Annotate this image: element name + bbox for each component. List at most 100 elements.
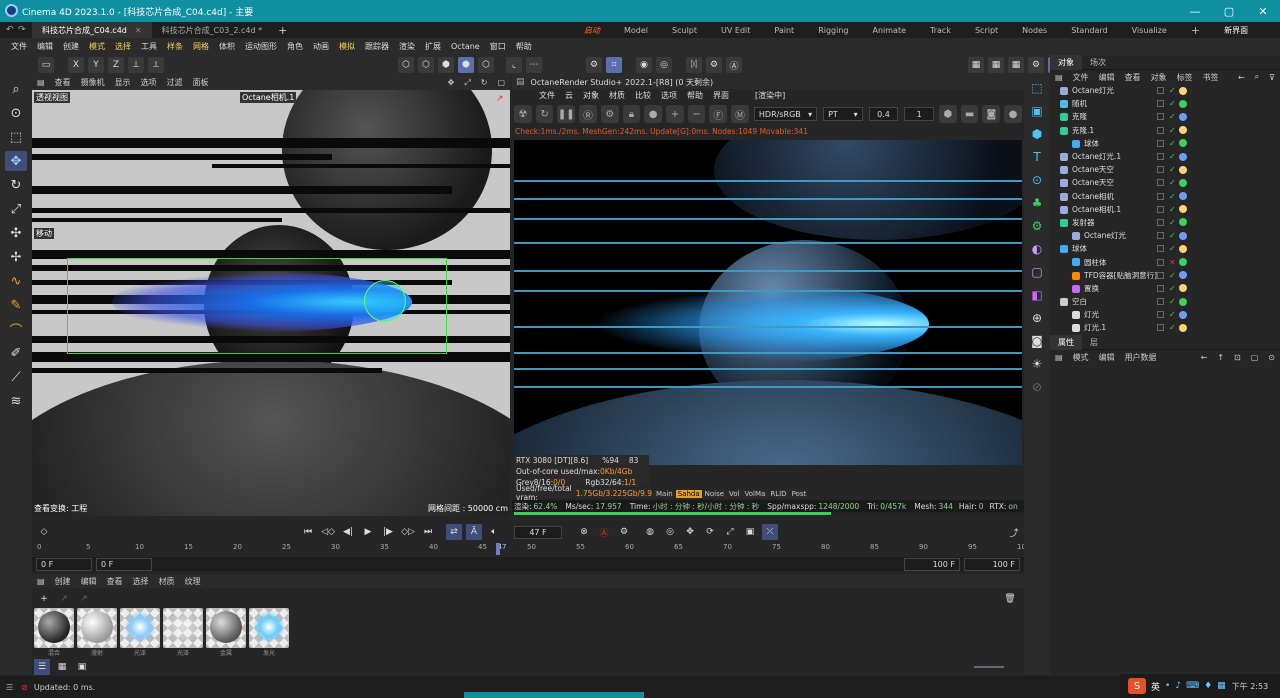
- tag-icon[interactable]: [1178, 310, 1187, 319]
- menu-item[interactable]: 网格: [188, 41, 214, 52]
- tag-icon[interactable]: [1178, 205, 1187, 214]
- material-icon[interactable]: ◉: [636, 57, 652, 73]
- object-row[interactable]: Octane灯光 ✓: [1050, 84, 1280, 97]
- maximize-button[interactable]: ▢: [1212, 0, 1246, 22]
- model-mode-icon[interactable]: ⬢: [458, 57, 474, 73]
- lock-icon[interactable]: 🔒︎: [622, 105, 641, 123]
- enabled-check-icon[interactable]: ✓: [1169, 271, 1176, 280]
- viewport-menu-item[interactable]: 选项: [136, 77, 162, 88]
- octane-menu-item[interactable]: 帮助: [682, 90, 708, 101]
- layer-checkbox[interactable]: [1157, 126, 1164, 134]
- tools-icon[interactable]: ▦: [1217, 681, 1226, 691]
- tag-icon[interactable]: [1178, 178, 1187, 187]
- enabled-check-icon[interactable]: ✓: [1169, 86, 1176, 95]
- layer-checkbox[interactable]: [1157, 205, 1164, 213]
- graph-editor-icon[interactable]: ⤴: [1006, 524, 1022, 540]
- disabled-icon[interactable]: ✕: [1169, 258, 1176, 267]
- key-pla-icon[interactable]: ⤢: [722, 524, 738, 540]
- gamma-input[interactable]: 1: [904, 107, 935, 121]
- clay-icon[interactable]: ●: [644, 105, 663, 123]
- new-layout-button[interactable]: 新界面: [1212, 25, 1260, 36]
- enabled-check-icon[interactable]: ✓: [1169, 112, 1176, 121]
- new-object-icon[interactable]: ⬚: [1027, 78, 1047, 98]
- material-menu-item[interactable]: 查看: [102, 576, 128, 587]
- om-menu-item[interactable]: 编辑: [1094, 72, 1120, 83]
- octane-menu-item[interactable]: 对象: [578, 90, 604, 101]
- tab-attributes[interactable]: 属性: [1050, 335, 1082, 350]
- am-menu-item[interactable]: 编辑: [1094, 352, 1120, 363]
- material-swatch[interactable]: 光泽: [163, 608, 203, 657]
- object-row[interactable]: 置换 ✓: [1050, 282, 1280, 295]
- layer-checkbox[interactable]: [1157, 284, 1164, 292]
- playhead[interactable]: [495, 543, 500, 555]
- am-menu-icon[interactable]: ▤: [1050, 353, 1068, 362]
- om-menu-icon[interactable]: ▤: [1050, 73, 1068, 82]
- menu-item[interactable]: 扩展: [420, 41, 446, 52]
- menu-item[interactable]: 模拟: [334, 41, 360, 52]
- spline-tool-icon[interactable]: ✎: [5, 295, 27, 315]
- octane-render-view[interactable]: [514, 140, 1022, 465]
- spline-icon[interactable]: ⊙: [1027, 170, 1047, 190]
- add-tab-button[interactable]: +: [278, 24, 287, 37]
- layer-checkbox[interactable]: [1157, 258, 1164, 266]
- loop-icon[interactable]: ⇄: [446, 524, 462, 540]
- pass-tab[interactable]: VolMa: [742, 490, 768, 498]
- enabled-check-icon[interactable]: ✓: [1169, 99, 1176, 108]
- workspace-tab[interactable]: Rigging: [806, 26, 860, 35]
- enabled-check-icon[interactable]: ✓: [1169, 244, 1176, 253]
- menu-item[interactable]: 帮助: [511, 41, 537, 52]
- viewport-menu-item[interactable]: 查看: [50, 77, 76, 88]
- world-axis-icon[interactable]: ⟂: [148, 57, 164, 73]
- am-menu-item[interactable]: 模式: [1068, 352, 1094, 363]
- effector-icon[interactable]: ⚙: [1027, 216, 1047, 236]
- keyboard-icon[interactable]: ⌨: [1186, 681, 1199, 691]
- am-menu-item[interactable]: 用户数据: [1120, 352, 1162, 363]
- layer-checkbox[interactable]: [1157, 87, 1164, 95]
- field-icon[interactable]: ▢: [1027, 262, 1047, 282]
- menu-item[interactable]: 体积: [214, 41, 240, 52]
- axis-x-button[interactable]: X: [68, 57, 84, 73]
- layer-checkbox[interactable]: [1157, 232, 1164, 240]
- viewport-maximize-icon[interactable]: ▢: [492, 78, 510, 87]
- minimize-button[interactable]: —: [1178, 0, 1212, 22]
- object-row[interactable]: TFD容器[贴脑洞意行] ✓: [1050, 269, 1280, 282]
- workspace-tab[interactable]: Track: [918, 26, 963, 35]
- render-active-icon[interactable]: ▦: [988, 57, 1004, 73]
- object-row[interactable]: 随机 ✓: [1050, 97, 1280, 110]
- menu-item[interactable]: 窗口: [485, 41, 511, 52]
- tag-icon[interactable]: [1178, 165, 1187, 174]
- camera-icon[interactable]: ▭: [38, 57, 54, 73]
- hexagon-icon[interactable]: ⬢: [939, 105, 957, 123]
- axis-z-button[interactable]: Z: [108, 57, 124, 73]
- box-select-icon[interactable]: ⬚: [5, 127, 27, 147]
- key-point-icon[interactable]: ▣: [742, 524, 758, 540]
- workspace-tab[interactable]: Model: [612, 26, 660, 35]
- start-frame-input[interactable]: 0 F: [36, 558, 92, 571]
- object-row[interactable]: 克隆.1 ✓: [1050, 124, 1280, 137]
- pass-tab[interactable]: RLID: [768, 490, 789, 498]
- tag-icon[interactable]: [1178, 323, 1187, 332]
- viewport-zoom-icon[interactable]: ⤢: [459, 78, 475, 88]
- menu-item[interactable]: 模式: [84, 41, 110, 52]
- arrow-up-icon[interactable]: ↑: [1212, 353, 1229, 362]
- zoom-slider[interactable]: [974, 666, 1004, 668]
- pass-tab[interactable]: Noise: [702, 490, 727, 498]
- new-window-icon[interactable]: ▢: [1246, 353, 1264, 362]
- next-key-icon[interactable]: ◇▷: [400, 524, 416, 540]
- layer-checkbox[interactable]: [1157, 192, 1164, 200]
- go-start-icon[interactable]: ⏮: [300, 524, 316, 540]
- object-row[interactable]: Octane相机.1 ✓: [1050, 203, 1280, 216]
- menu-item[interactable]: Octane: [446, 42, 485, 51]
- material-swatch[interactable]: 金属: [206, 608, 246, 657]
- enabled-check-icon[interactable]: ✓: [1169, 126, 1176, 135]
- camera-gear-icon[interactable]: ⚙: [706, 57, 722, 73]
- deformer-icon[interactable]: ◐: [1027, 239, 1047, 259]
- object-row[interactable]: Octane天空 ✓: [1050, 163, 1280, 176]
- tab-takes[interactable]: 场次: [1082, 55, 1114, 70]
- enabled-check-icon[interactable]: ✓: [1169, 284, 1176, 293]
- workspace-tab[interactable]: Sculpt: [660, 26, 709, 35]
- key-spline-icon[interactable]: ⤫: [762, 524, 778, 540]
- om-menu-item[interactable]: 文件: [1068, 72, 1094, 83]
- key-scale-icon[interactable]: ✥: [682, 524, 698, 540]
- next-frame-icon[interactable]: |▶: [380, 524, 396, 540]
